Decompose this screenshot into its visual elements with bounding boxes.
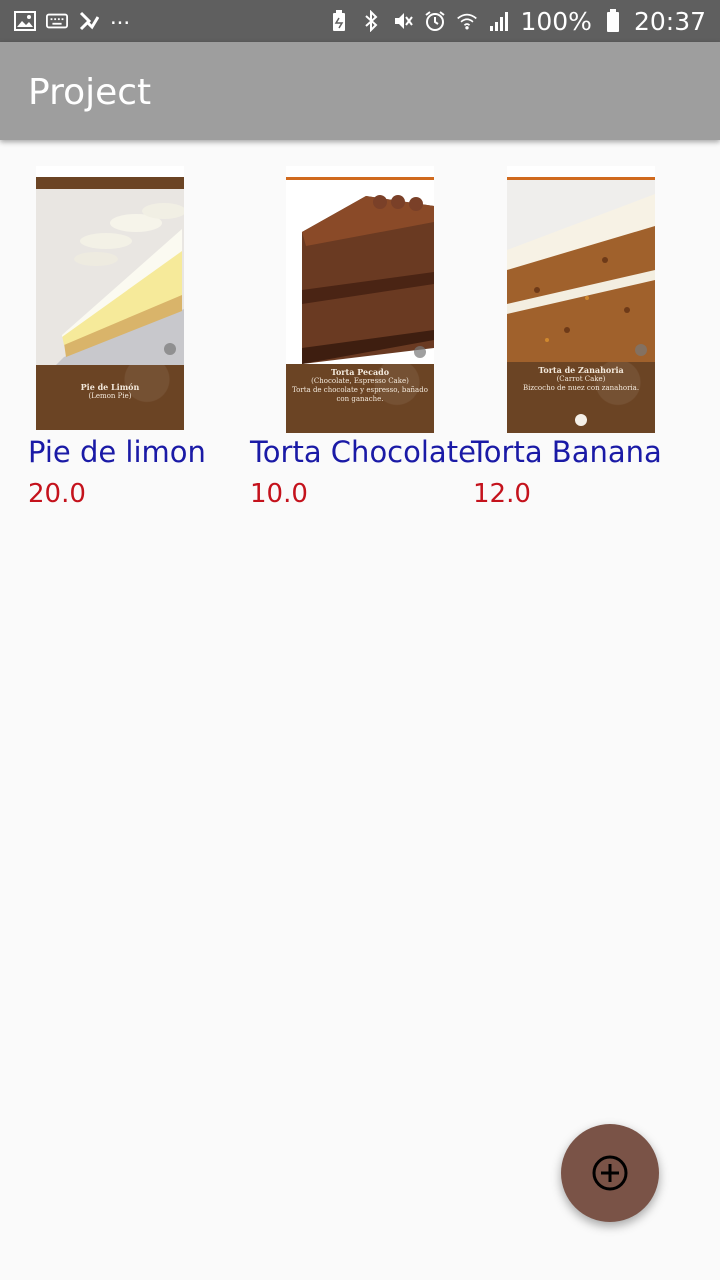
wifi-icon [456, 10, 478, 32]
alarm-icon [424, 10, 446, 32]
product-image[interactable]: Torta Pecado (Chocolate, Espresso Cake) … [286, 166, 434, 433]
status-bar-right: 100% 20:37 [328, 7, 706, 36]
bluetooth-icon [360, 10, 382, 32]
product-name: Torta Banana [471, 435, 662, 469]
image-icon [14, 10, 36, 32]
menu-icon [575, 414, 587, 426]
lemon-pie-photo [36, 189, 184, 365]
thumb-description: Bizcocho de nuez con zanahoria. [522, 384, 640, 392]
thumb-subtitle: (Carrot Cake) [556, 375, 606, 383]
product-price: 10.0 [250, 479, 308, 509]
thumb-subtitle: (Lemon Pie) [88, 392, 132, 400]
keyboard-icon [46, 10, 68, 32]
signal-icon [488, 10, 510, 32]
app-bar: Project [0, 42, 720, 140]
thumb-subtitle: (Chocolate, Espresso Cake) [311, 377, 409, 385]
thumb-description: Torta de chocolate y espresso, bañado co… [292, 386, 428, 403]
product-price: 12.0 [473, 479, 531, 509]
info-icon [164, 343, 176, 355]
product-image[interactable]: Torta de Zanahoria (Carrot Cake) Bizcoch… [507, 166, 655, 433]
mute-icon [392, 10, 414, 32]
check-flag-icon [78, 10, 100, 32]
clock: 20:37 [633, 6, 706, 36]
add-button[interactable] [561, 1124, 659, 1222]
product-card[interactable]: Torta de Zanahoria (Carrot Cake) Bizcoch… [444, 166, 666, 516]
thumb-title: Pie de Limón [80, 382, 140, 392]
status-bar-left: ... [14, 3, 130, 32]
status-bar: ... 100% 20:37 [0, 0, 720, 42]
product-name: Pie de limon [28, 435, 206, 469]
battery-icon [602, 9, 624, 32]
page-title: Project [28, 72, 152, 113]
info-icon [414, 346, 426, 358]
battery-percent: 100% [520, 6, 592, 36]
info-icon [635, 344, 647, 356]
thumb-title: Torta de Zanahoria [538, 365, 624, 375]
product-image[interactable]: Pie de Limón (Lemon Pie) [36, 166, 184, 430]
thumb-title: Torta Pecado [330, 367, 390, 377]
product-name: Torta Chocolate [250, 435, 476, 469]
carrot-cake-photo [507, 180, 655, 362]
product-card[interactable]: Torta Pecado (Chocolate, Espresso Cake) … [222, 166, 476, 516]
notification-overflow: ... [110, 3, 131, 30]
chocolate-cake-photo [286, 180, 434, 364]
product-card[interactable]: Pie de Limón (Lemon Pie) Pie de limon 20… [0, 166, 222, 516]
add-circle-icon [592, 1155, 628, 1191]
product-price: 20.0 [28, 479, 86, 509]
battery-saver-icon [328, 10, 350, 32]
